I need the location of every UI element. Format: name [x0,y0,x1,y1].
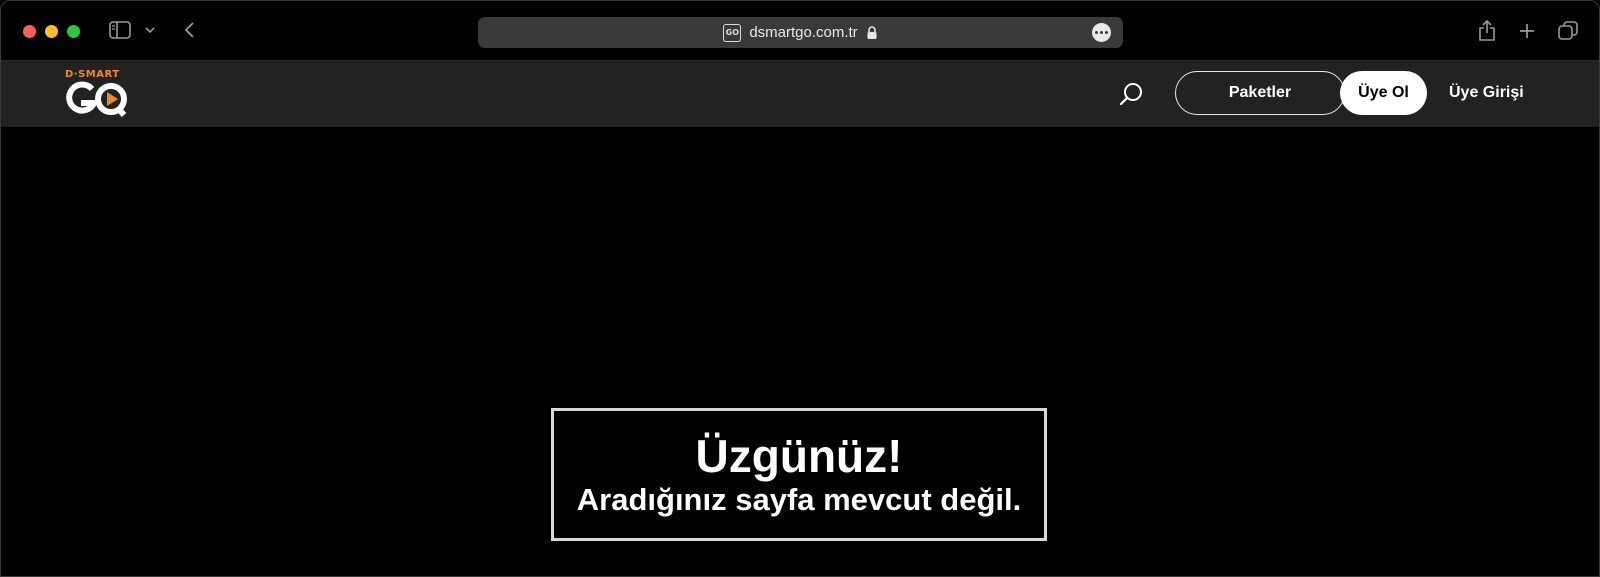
packages-button[interactable]: Paketler [1175,71,1345,115]
browser-window: GO dsmartgo.com.tr D·SMART Paketler Üye … [0,0,1600,577]
tab-overview-icon[interactable] [1557,20,1579,42]
not-found-message-box: Üzgünüz! Aradığınız sayfa mevcut değil. [551,408,1047,541]
login-link[interactable]: Üye Girişi [1449,71,1524,115]
dsmart-go-logo[interactable]: D·SMART [64,69,134,119]
site-header: D·SMART Paketler Üye Ol Üye Girişi [1,61,1599,127]
share-icon[interactable] [1477,19,1497,43]
sidebar-toggle-icon[interactable] [109,21,131,39]
search-icon[interactable] [1118,81,1144,107]
more-options-icon[interactable] [1092,23,1111,42]
site-favicon-icon: GO [723,23,742,42]
close-window-button[interactable] [23,25,36,38]
minimize-window-button[interactable] [45,25,58,38]
back-arrow-icon[interactable] [181,20,197,40]
chevron-down-icon[interactable] [143,23,157,37]
url-text: dsmartgo.com.tr [749,24,858,41]
signup-button[interactable]: Üye Ol [1340,71,1427,115]
zoom-window-button[interactable] [67,25,80,38]
browser-toolbar: GO dsmartgo.com.tr [1,1,1599,61]
logo-go-mark [64,79,130,124]
error-title: Üzgünüz! [695,430,903,483]
error-subtitle: Aradığınız sayfa mevcut değil. [576,481,1022,517]
lock-icon [866,25,878,40]
new-tab-icon[interactable] [1517,21,1537,41]
address-bar[interactable]: GO dsmartgo.com.tr [478,17,1123,48]
